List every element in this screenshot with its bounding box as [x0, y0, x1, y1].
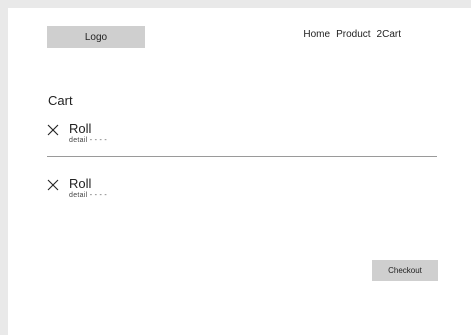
remove-item-button[interactable]: [47, 178, 59, 191]
remove-item-button[interactable]: [47, 123, 59, 136]
cart-item-name: Roll: [69, 176, 92, 191]
close-icon: [47, 124, 59, 136]
nav-cart[interactable]: 2Cart: [377, 29, 401, 40]
nav-product[interactable]: Product: [336, 29, 370, 40]
cart-item-name: Roll: [69, 121, 92, 136]
checkout-label: Checkout: [388, 266, 422, 275]
item-divider: [47, 156, 437, 157]
close-icon: [47, 179, 59, 191]
page: Logo Home Product 2Cart Cart Roll detail…: [8, 8, 471, 335]
logo-text: Logo: [84, 31, 108, 43]
cart-item-detail: detail - - - -: [69, 192, 108, 199]
checkout-button[interactable]: Checkout: [372, 260, 438, 281]
main-nav: Home Product 2Cart: [303, 29, 401, 40]
logo[interactable]: Logo: [47, 26, 145, 48]
cart-title: Cart: [48, 93, 73, 108]
nav-home[interactable]: Home: [303, 29, 330, 40]
cart-item-detail: detail - - - -: [69, 137, 108, 144]
